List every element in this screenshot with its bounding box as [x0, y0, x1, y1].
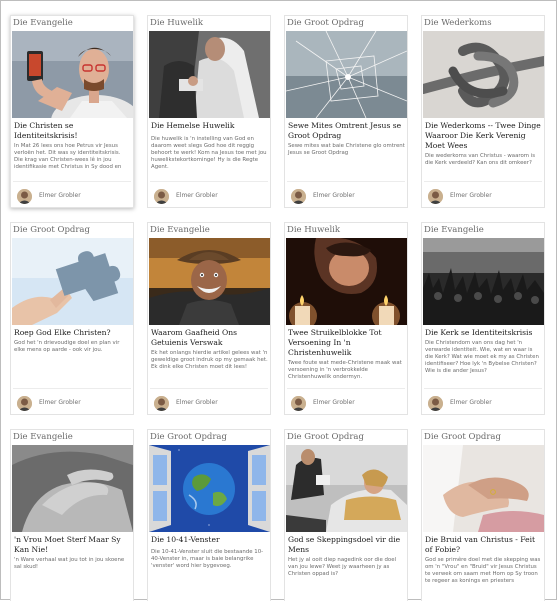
post-image[interactable]	[286, 31, 407, 118]
post-title[interactable]: Roep God Elke Christen?	[14, 328, 131, 338]
post-card[interactable]: Die Groot Opdrag Die 10-41-Venster Die 1…	[147, 429, 271, 601]
post-title[interactable]: Die 10-41-Venster	[151, 535, 268, 545]
author-row: Elmer Grobler	[13, 388, 131, 414]
post-image[interactable]	[12, 445, 133, 532]
post-image[interactable]	[149, 31, 270, 118]
author-name[interactable]: Elmer Grobler	[450, 192, 492, 199]
author-avatar	[154, 189, 169, 204]
author-row: Elmer Grobler	[150, 181, 268, 207]
author-avatar	[428, 396, 443, 411]
post-category[interactable]: Die Groot Opdrag	[13, 224, 90, 236]
post-excerpt: God het 'n drievoudige doel en plan vir …	[14, 340, 120, 353]
post-card[interactable]: Die Evangelie Waarom Gaafheid Ons Getuie…	[147, 222, 271, 415]
post-category[interactable]: Die Huwelik	[287, 224, 340, 236]
post-title[interactable]: Die Christen se Identiteitskrisis!	[14, 121, 131, 141]
author-name[interactable]: Elmer Grobler	[39, 192, 81, 199]
post-image[interactable]	[286, 445, 407, 532]
author-row: Elmer Grobler	[287, 388, 405, 414]
post-image[interactable]	[149, 238, 270, 325]
post-card[interactable]: Die Evangelie Die Christen se Identiteit…	[10, 15, 134, 208]
post-category[interactable]: Die Groot Opdrag	[150, 431, 227, 443]
author-name[interactable]: Elmer Grobler	[313, 399, 355, 406]
post-category[interactable]: Die Evangelie	[13, 431, 73, 443]
post-title[interactable]: Die Kerk se Identiteitskrisis	[425, 328, 542, 338]
author-avatar	[154, 396, 169, 411]
post-category[interactable]: Die Wederkoms	[424, 17, 492, 29]
post-image[interactable]	[286, 238, 407, 325]
author-row: Elmer Grobler	[287, 181, 405, 207]
post-excerpt: Ek het onlangs hierdie artikel gelees wa…	[151, 350, 268, 370]
post-excerpt: Die 10-41-Venster sluit die bestaande 10…	[151, 549, 264, 569]
post-excerpt: Die huwelik is 'n instelling van God en …	[151, 136, 267, 170]
post-title[interactable]: Waarom Gaafheid Ons Getuienis Verswak	[151, 328, 268, 348]
post-category[interactable]: Die Evangelie	[150, 224, 210, 236]
post-card[interactable]: Die Huwelik Die Hemelse Huwelik Die huwe…	[147, 15, 271, 208]
post-card[interactable]: Die Huwelik Twee Struikelblokke Tot Vers…	[284, 222, 408, 415]
post-title[interactable]: Twee Struikelblokke Tot Versoening In 'n…	[288, 328, 405, 358]
post-image[interactable]	[12, 238, 133, 325]
post-title[interactable]: Die Bruid van Christus - Feit of Fobie?	[425, 535, 542, 555]
author-row: Elmer Grobler	[424, 388, 542, 414]
post-card[interactable]: Die Groot Opdrag Roep God Elke Christen?…	[10, 222, 134, 415]
author-name[interactable]: Elmer Grobler	[176, 399, 218, 406]
post-card[interactable]: Die Groot Opdrag Sewe Mites Omtrent Jesu…	[284, 15, 408, 208]
blog-post-grid: Die Evangelie Die Christen se Identiteit…	[0, 0, 557, 601]
author-row: Elmer Grobler	[13, 181, 131, 207]
author-avatar	[17, 189, 32, 204]
post-image[interactable]	[423, 238, 544, 325]
author-name[interactable]: Elmer Grobler	[450, 399, 492, 406]
post-card[interactable]: Die Groot Opdrag God se Skeppingsdoel vi…	[284, 429, 408, 601]
post-category[interactable]: Die Evangelie	[13, 17, 73, 29]
author-row: Elmer Grobler	[150, 388, 268, 414]
author-name[interactable]: Elmer Grobler	[313, 192, 355, 199]
post-excerpt: In Mat 26 lees ons hoe Petrus vir Jesus …	[14, 143, 122, 170]
post-excerpt: Twee foute wat mede-Christene maak wat v…	[288, 360, 402, 380]
author-name[interactable]: Elmer Grobler	[176, 192, 218, 199]
post-excerpt: Het jy al ooit diep nagedink oor die doe…	[288, 557, 397, 577]
post-title[interactable]: Die Wederkoms -- Twee Dinge Waaroor Die …	[425, 121, 542, 151]
post-image[interactable]	[149, 445, 270, 532]
post-image[interactable]	[423, 31, 544, 118]
post-category[interactable]: Die Groot Opdrag	[287, 17, 364, 29]
post-card[interactable]: Die Wederkoms Die Wederkoms -- Twee Ding…	[421, 15, 545, 208]
author-avatar	[428, 189, 443, 204]
post-excerpt: 'n Ware verhaal wat jou tot in jou skoen…	[14, 557, 125, 570]
post-excerpt: Die wederkoms van Christus - waarom is d…	[425, 153, 536, 166]
author-avatar	[291, 396, 306, 411]
author-row: Elmer Grobler	[424, 181, 542, 207]
post-title[interactable]: 'n Vrou Moet Sterf Maar Sy Kan Nie!	[14, 535, 131, 555]
post-card[interactable]: Die Evangelie 'n Vrou Moet Sterf Maar Sy…	[10, 429, 134, 601]
post-image[interactable]	[12, 31, 133, 118]
author-avatar	[17, 396, 32, 411]
post-category[interactable]: Die Groot Opdrag	[424, 431, 501, 443]
post-excerpt: Die Christendom van ons dag het 'n verwa…	[425, 340, 539, 374]
post-card[interactable]: Die Evangelie Die Kerk se Identiteitskri…	[421, 222, 545, 415]
post-title[interactable]: God se Skeppingsdoel vir die Mens	[288, 535, 405, 555]
post-category[interactable]: Die Evangelie	[424, 224, 484, 236]
post-title[interactable]: Die Hemelse Huwelik	[151, 121, 268, 131]
post-card[interactable]: Die Groot Opdrag Die Bruid van Christus …	[421, 429, 545, 601]
author-avatar	[291, 189, 306, 204]
author-name[interactable]: Elmer Grobler	[39, 399, 81, 406]
post-image[interactable]	[423, 445, 544, 532]
post-category[interactable]: Die Groot Opdrag	[287, 431, 364, 443]
post-title[interactable]: Sewe Mites Omtrent Jesus se Groot Opdrag	[288, 121, 405, 141]
post-excerpt: God se primêre doel met die skepping was…	[425, 557, 541, 584]
post-category[interactable]: Die Huwelik	[150, 17, 203, 29]
post-excerpt: Sewe mites wat baie Christene glo omtren…	[288, 143, 405, 156]
